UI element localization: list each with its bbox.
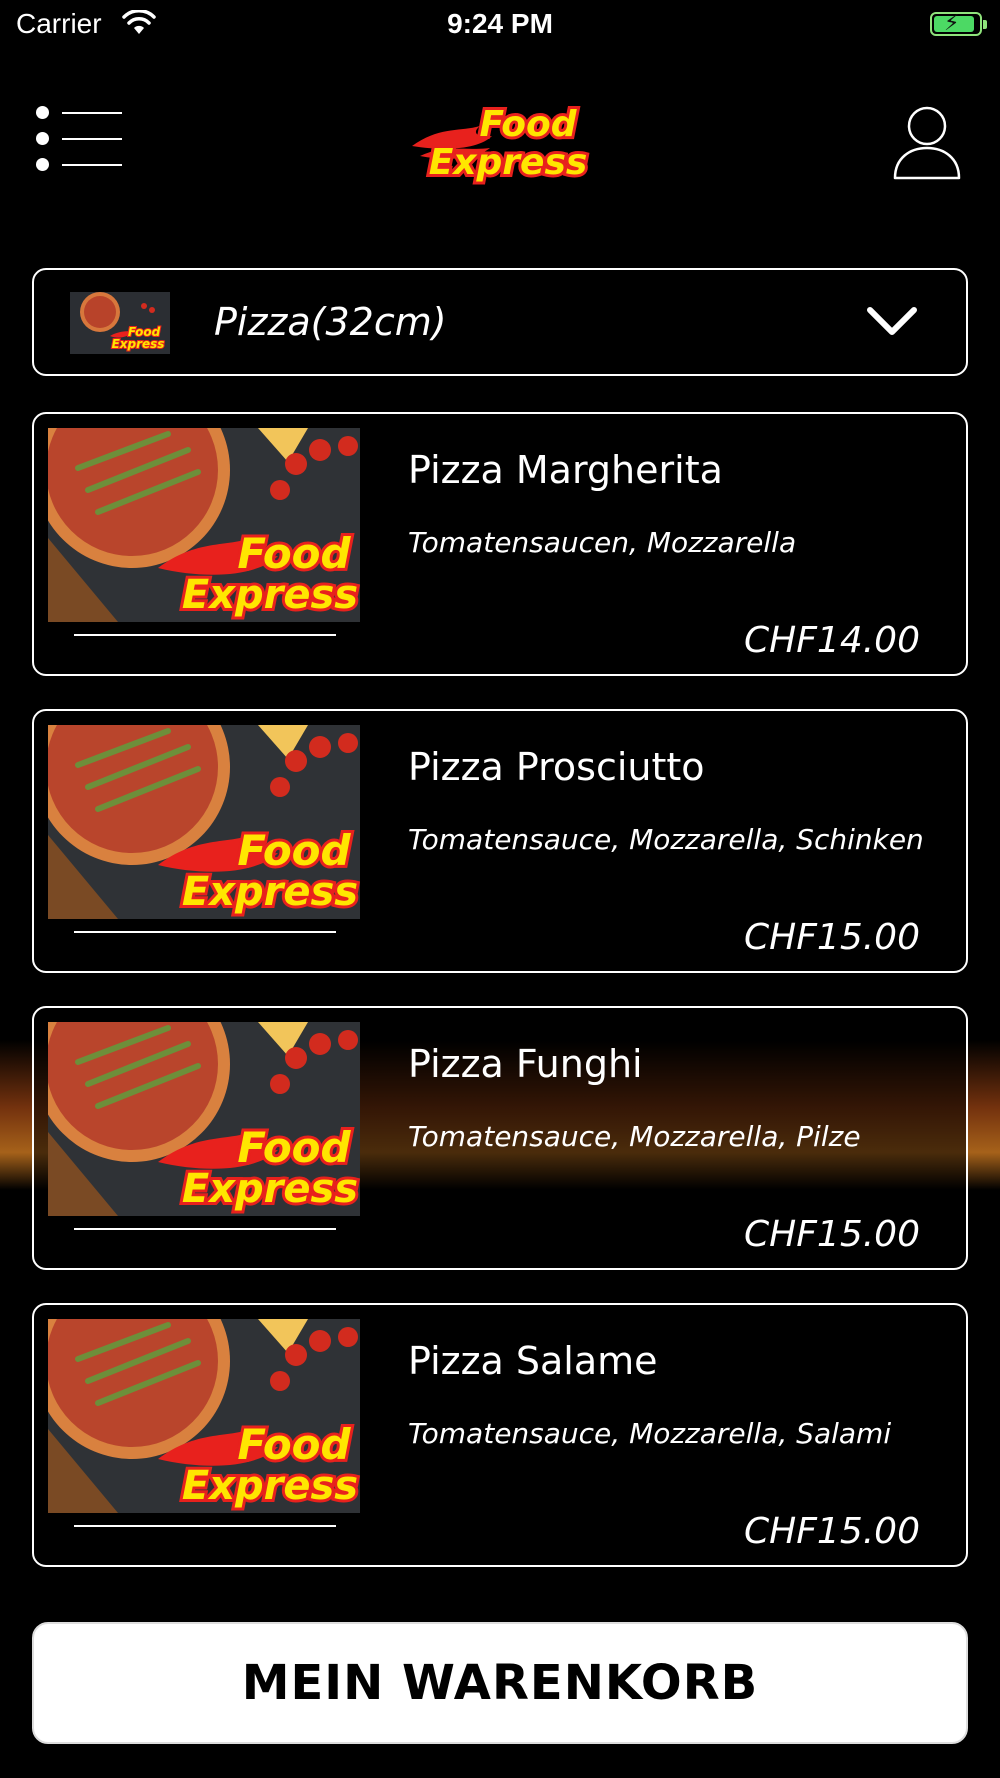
user-icon [893, 106, 961, 180]
category-selected-label: Pizza(32cm) [214, 300, 447, 344]
svg-text:Food: Food [479, 104, 577, 145]
product-image: Food Express [34, 966, 361, 1216]
svg-text:Express: Express [112, 337, 165, 351]
svg-text:Food: Food [237, 1123, 351, 1172]
svg-text:Food: Food [237, 1420, 351, 1469]
product-card-2[interactable]: Food Express Pizza Prosciutto Tomatensau… [32, 669, 968, 973]
product-card-4[interactable]: Food Express Pizza Salame Tomatensauce, … [32, 1263, 968, 1567]
product-description: Tomatensauce, Mozzarella, Pilze [408, 1120, 861, 1153]
cart-button[interactable]: MEIN WARENKORB [32, 1622, 968, 1744]
image-divider [74, 634, 336, 636]
svg-text:Food: Food [237, 529, 351, 578]
product-image: Food Express [34, 372, 361, 622]
food-express-logo: Food Express [410, 96, 600, 188]
svg-text:Express: Express [429, 142, 588, 183]
menu-button[interactable] [36, 106, 126, 172]
product-title: Pizza Margherita [408, 448, 723, 492]
svg-text:Express: Express [182, 1463, 358, 1509]
battery-charging-icon: ⚡ [930, 11, 987, 36]
svg-text:Food: Food [237, 826, 351, 875]
menu-list-icon [36, 106, 126, 120]
product-title: Pizza Prosciutto [408, 745, 705, 789]
image-divider [74, 1525, 336, 1527]
product-price: CHF15.00 [744, 1511, 920, 1552]
product-image: Food Express [34, 669, 361, 919]
product-description: Tomatensaucen, Mozzarella [408, 526, 797, 559]
product-title: Pizza Salame [408, 1339, 658, 1383]
product-price: CHF15.00 [744, 917, 920, 958]
image-divider [74, 1228, 336, 1230]
svg-text:Express: Express [182, 572, 358, 618]
status-bar: Carrier 9:24 PM ⚡ [0, 0, 1000, 50]
chevron-down-icon [866, 306, 918, 340]
category-dropdown[interactable]: Food Express Pizza(32cm) [32, 268, 968, 376]
clock: 9:24 PM [447, 8, 553, 39]
product-price: CHF14.00 [744, 620, 920, 661]
product-card-3[interactable]: Food Express Pizza Funghi Tomatensauce, … [32, 966, 968, 1270]
svg-text:Express: Express [182, 869, 358, 915]
product-card-1[interactable]: Food Express Pizza Margherita Tomatensau… [32, 372, 968, 676]
product-title: Pizza Funghi [408, 1042, 643, 1086]
image-divider [74, 931, 336, 933]
product-description: Tomatensauce, Mozzarella, Salami [408, 1417, 892, 1450]
product-price: CHF15.00 [744, 1214, 920, 1255]
user-profile-button[interactable] [892, 104, 962, 180]
product-image: Food Express [34, 1263, 361, 1513]
category-thumbnail: Food Express [70, 292, 170, 354]
product-description: Tomatensauce, Mozzarella, Schinken [408, 823, 924, 856]
svg-text:Express: Express [182, 1166, 358, 1212]
